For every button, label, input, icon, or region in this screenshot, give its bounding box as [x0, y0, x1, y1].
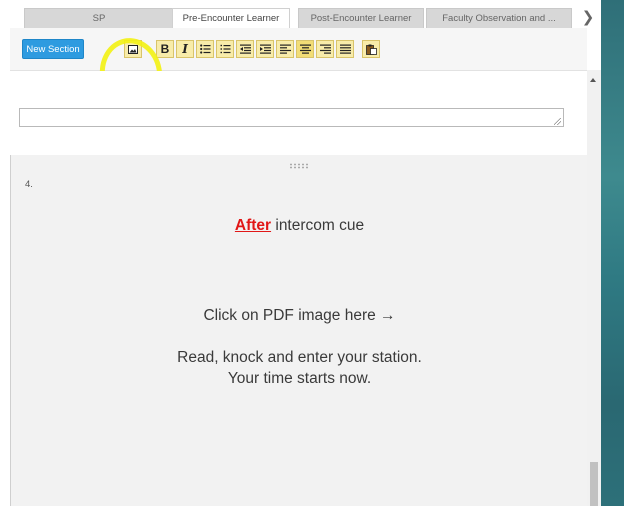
editor-toolbar: New Section B I — [10, 28, 587, 115]
justify-icon[interactable] — [336, 40, 354, 58]
drag-handle-icon[interactable] — [289, 163, 309, 169]
pdf-instruction: Click on PDF image here → — [203, 307, 396, 324]
tab-pre-encounter-learner[interactable]: Pre-Encounter Learner — [172, 8, 290, 29]
text-area[interactable] — [19, 108, 564, 127]
indent-icon[interactable] — [256, 40, 274, 58]
bold-icon[interactable]: B — [156, 40, 174, 58]
section-block[interactable]: 4. After intercom cue Click on PDF image… — [10, 155, 587, 506]
align-center-icon[interactable] — [296, 40, 314, 58]
align-right-icon[interactable] — [316, 40, 334, 58]
previous-section — [10, 71, 587, 155]
tab-faculty-observation[interactable]: Faculty Observation and ... — [426, 8, 572, 29]
paste-icon[interactable] — [362, 40, 380, 58]
align-left-icon[interactable] — [276, 40, 294, 58]
intercom-cue-line: After intercom cue — [11, 217, 588, 235]
outdent-icon[interactable] — [236, 40, 254, 58]
frame-left — [0, 0, 10, 506]
section-number: 4. — [25, 179, 33, 190]
time-instruction: Your time starts now. — [227, 370, 372, 387]
tab-post-encounter-learner[interactable]: Post-Encounter Learner — [298, 8, 424, 29]
editor-content: 4. After intercom cue Click on PDF image… — [10, 71, 587, 506]
after-word: After — [234, 217, 272, 234]
vertical-scrollbar[interactable] — [587, 70, 601, 506]
chevron-right-icon[interactable]: ❯ — [580, 8, 596, 28]
bulleted-list-icon[interactable] — [196, 40, 214, 58]
scroll-up-icon[interactable] — [590, 78, 596, 82]
intercom-cue-text: intercom cue — [271, 217, 365, 234]
new-section-button[interactable]: New Section — [22, 39, 84, 59]
italic-icon[interactable]: I — [176, 40, 194, 58]
station-instruction: Read, knock and enter your station. — [177, 349, 422, 366]
tab-bar: SP Pre-Encounter Learner Post-Encounter … — [10, 0, 601, 29]
bold-label: B — [160, 42, 170, 56]
tab-sp[interactable]: SP — [24, 8, 174, 29]
numbered-list-icon[interactable] — [216, 40, 234, 58]
background-panel — [601, 0, 624, 506]
italic-label: I — [182, 42, 188, 56]
resize-grip-icon[interactable] — [554, 118, 561, 125]
scroll-thumb[interactable] — [590, 462, 598, 506]
